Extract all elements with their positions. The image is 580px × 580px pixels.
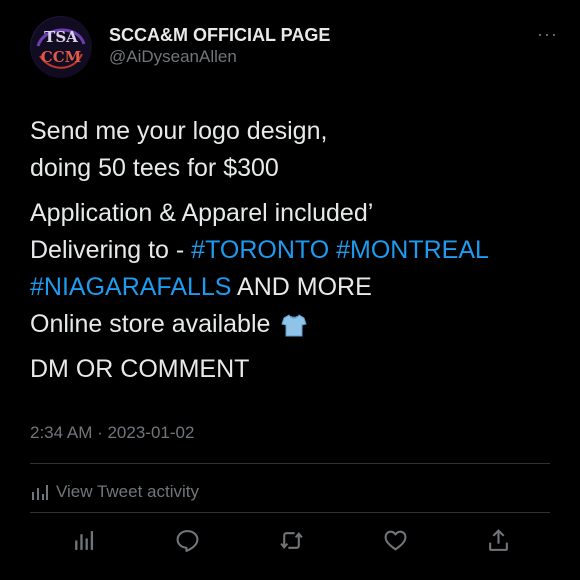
- divider: [30, 463, 550, 464]
- hashtag-toronto[interactable]: #TORONTO: [191, 236, 329, 264]
- tweet-line-3: Application & Apparel included’: [30, 199, 374, 227]
- analytics-icon: [74, 530, 93, 550]
- avatar-logo: TSA CCM: [31, 17, 91, 77]
- user-handle[interactable]: @AiDyseanAllen: [109, 46, 330, 68]
- tweet-line-7: DM OR COMMENT: [30, 355, 250, 383]
- author-names: SCCA&M OFFICIAL PAGE @AiDyseanAllen: [109, 24, 330, 68]
- tweet-text: Send me your logo design, doing 50 tees …: [30, 113, 550, 388]
- more-icon[interactable]: ···: [537, 24, 558, 45]
- reply-icon: [176, 529, 198, 552]
- share-button[interactable]: [482, 524, 514, 556]
- view-tweet-activity-link[interactable]: View Tweet activity: [30, 480, 199, 504]
- svg-text:CCM: CCM: [41, 48, 81, 66]
- tweet-line-6: Online store available: [30, 310, 271, 338]
- like-button[interactable]: [379, 524, 411, 556]
- tshirt-emoji-icon: [281, 312, 308, 338]
- tweet-action-bar: [30, 524, 550, 556]
- tweet-line-4-prefix: Delivering to -: [30, 236, 192, 264]
- analytics-icon: [32, 485, 48, 500]
- display-name[interactable]: SCCA&M OFFICIAL PAGE: [109, 24, 330, 46]
- analytics-button[interactable]: [68, 524, 100, 556]
- heart-icon: [384, 530, 406, 550]
- svg-text:TSA: TSA: [44, 28, 78, 46]
- tweet-line-1: Send me your logo design,: [30, 117, 328, 145]
- hashtag-niagarafalls[interactable]: #NIAGARAFALLS: [30, 273, 231, 301]
- share-icon: [488, 528, 508, 551]
- avatar[interactable]: TSA CCM: [30, 16, 92, 78]
- view-tweet-activity-label: View Tweet activity: [56, 482, 199, 501]
- tweet-paragraph-3: DM OR COMMENT: [30, 351, 550, 388]
- tweet-line-5-suffix: AND MORE: [231, 273, 372, 301]
- tweet-header: TSA CCM SCCA&M OFFICIAL PAGE @AiDyseanAl…: [30, 16, 560, 78]
- retweet-button[interactable]: [275, 524, 307, 556]
- retweet-icon: [279, 531, 303, 549]
- hashtag-montreal[interactable]: #MONTREAL: [336, 236, 489, 264]
- tweet-line-2: doing 50 tees for $300: [30, 154, 279, 182]
- reply-button[interactable]: [171, 524, 203, 556]
- tweet-timestamp[interactable]: 2:34 AM · 2023-01-02: [30, 423, 194, 443]
- divider: [30, 512, 550, 513]
- tweet-paragraph-2: Application & Apparel included’ Deliveri…: [30, 195, 550, 343]
- tweet: TSA CCM SCCA&M OFFICIAL PAGE @AiDyseanAl…: [0, 0, 580, 580]
- tweet-paragraph-1: Send me your logo design, doing 50 tees …: [30, 113, 550, 187]
